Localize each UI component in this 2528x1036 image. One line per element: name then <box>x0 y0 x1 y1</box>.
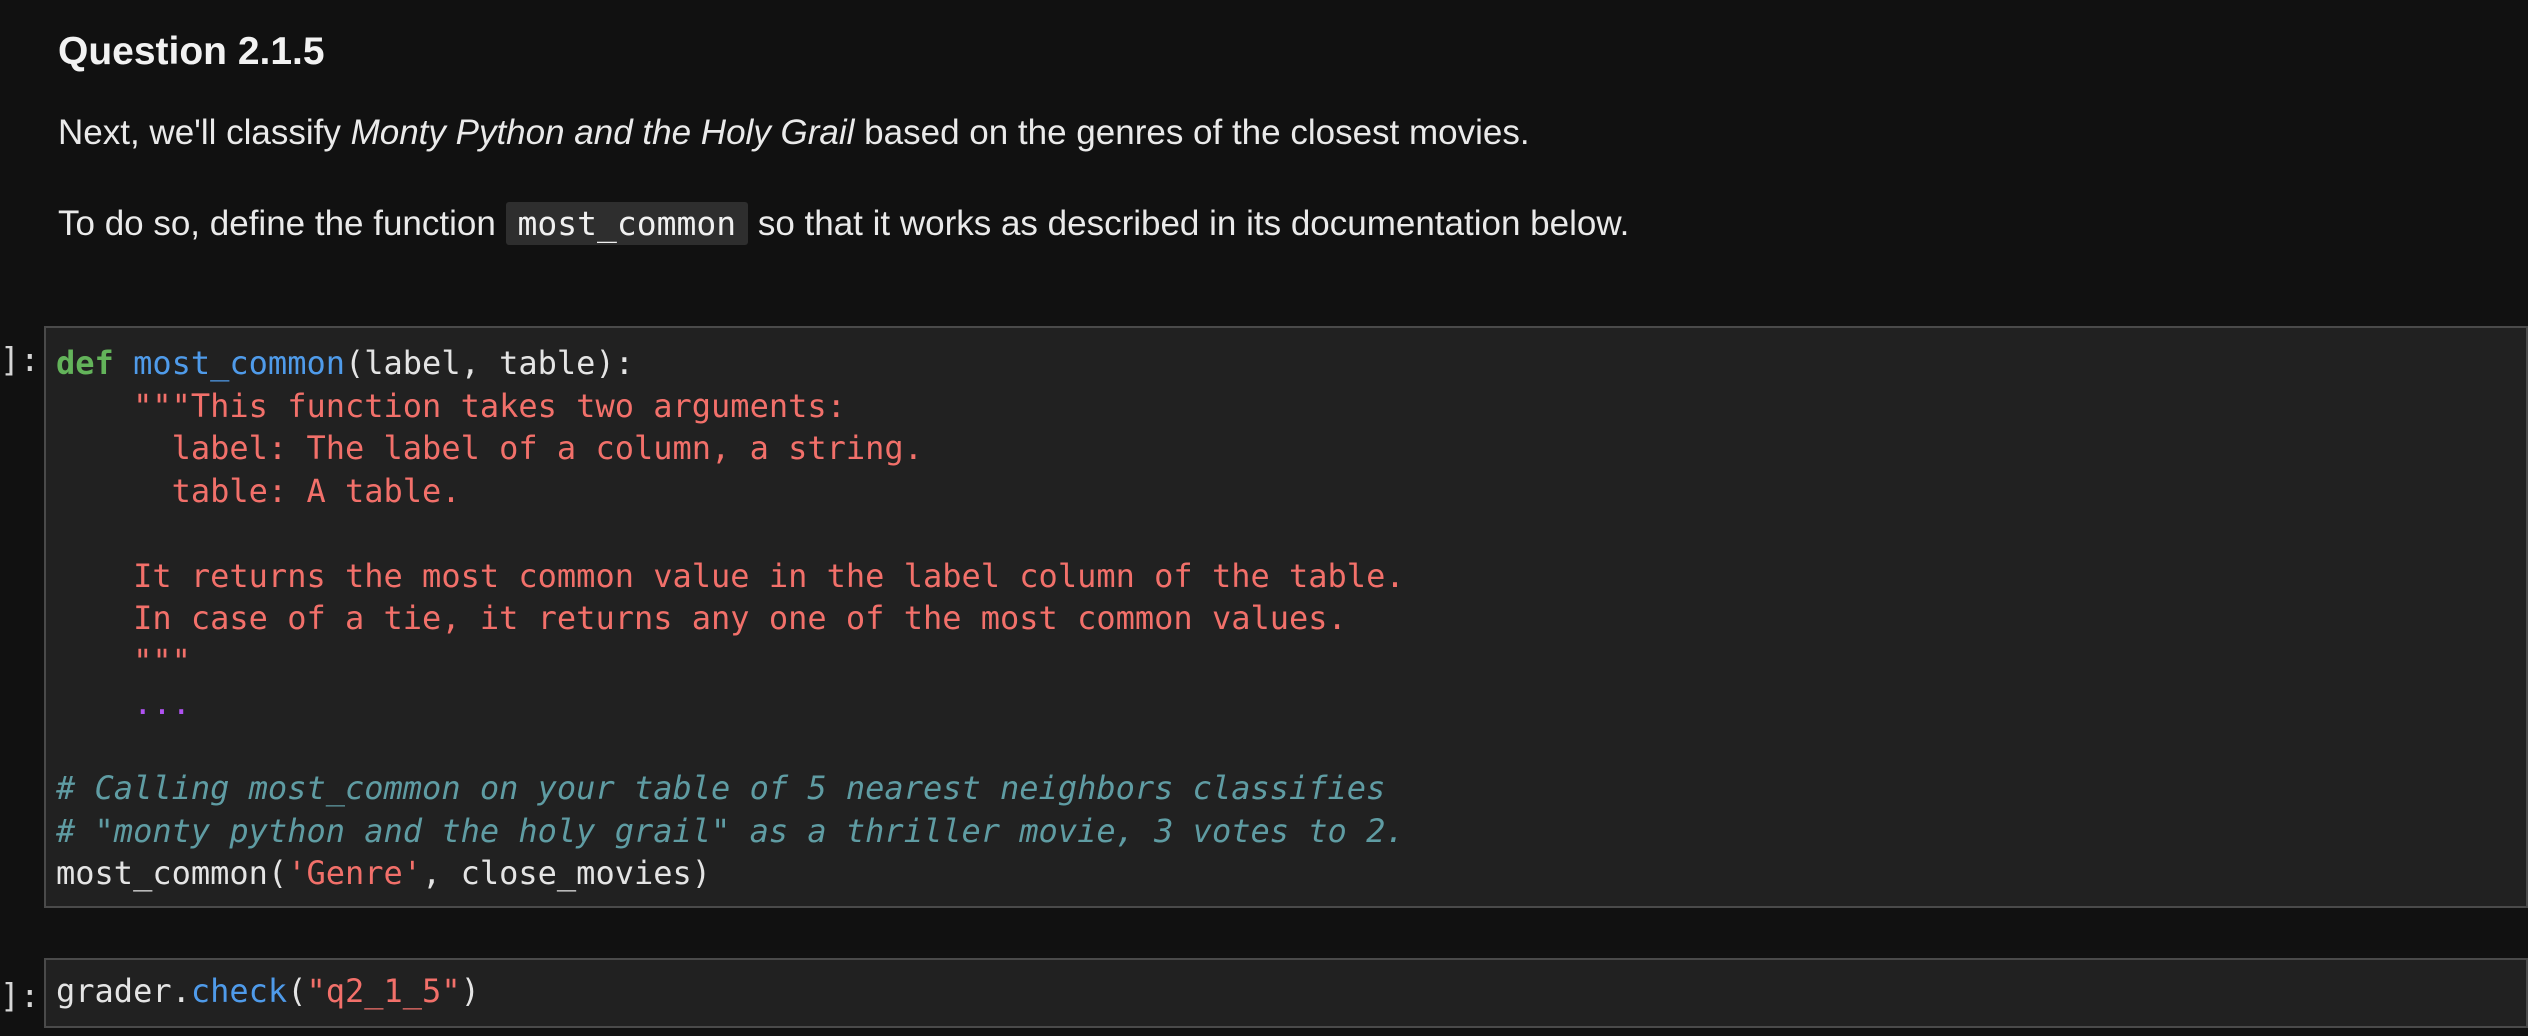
question-id-string: "q2_1_5" <box>306 972 461 1010</box>
code-editor[interactable]: def most_common(label, table): """This f… <box>56 342 1405 895</box>
inline-code-function-name: most_common <box>505 202 749 245</box>
call-remainder: , close_movies) <box>422 854 712 892</box>
function-signature: (label, table): <box>344 344 634 382</box>
code-comment: # "monty python and the holy grail" as a… <box>56 811 1405 850</box>
keyword-def: def <box>56 344 114 382</box>
code-comment: # Calling most_common on your table of 5… <box>56 769 1386 807</box>
code-editor[interactable]: grader.check("q2_1_5") <box>56 970 480 1013</box>
docstring-line: """This function takes two arguments: <box>56 386 846 425</box>
para2-text-after: so that it works as described in its doc… <box>748 204 1630 243</box>
docstring-line: label: The label of a column, a string. <box>56 429 923 467</box>
close-paren: ) <box>460 972 480 1010</box>
question-heading: Question 2.1.5 <box>58 30 325 73</box>
movie-title-italic: Monty Python and the Holy Grail <box>350 113 855 152</box>
open-paren: ( <box>287 972 307 1010</box>
docstring-line: table: A table. <box>56 471 461 510</box>
instruction-paragraph: To do so, define the function most_commo… <box>58 202 1630 245</box>
description-paragraph: Next, we'll classify Monty Python and th… <box>58 113 1530 153</box>
cell-prompt: ]: <box>0 976 40 1015</box>
check-method: check <box>190 972 288 1010</box>
docstring-line: In case of a tie, it returns any one of … <box>56 599 1347 637</box>
para2-text-before: To do so, define the function <box>58 204 506 243</box>
code-cell-most-common[interactable]: def most_common(label, table): """This f… <box>44 326 2528 908</box>
docstring-line: """ <box>56 641 191 680</box>
docstring-line: It returns the most common value in the … <box>56 556 1405 595</box>
cell-prompt: ]: <box>0 340 40 379</box>
code-cell-grader-check[interactable]: grader.check("q2_1_5") <box>44 958 2528 1028</box>
string-argument: 'Genre' <box>287 854 423 892</box>
ellipsis-placeholder: ... <box>133 684 191 722</box>
para1-text-before: Next, we'll classify <box>58 113 351 152</box>
function-call: most_common( <box>56 854 288 892</box>
function-name: most_common <box>133 344 345 382</box>
para1-text-after: based on the genres of the closest movie… <box>854 113 1530 152</box>
grader-object: grader. <box>56 972 191 1010</box>
